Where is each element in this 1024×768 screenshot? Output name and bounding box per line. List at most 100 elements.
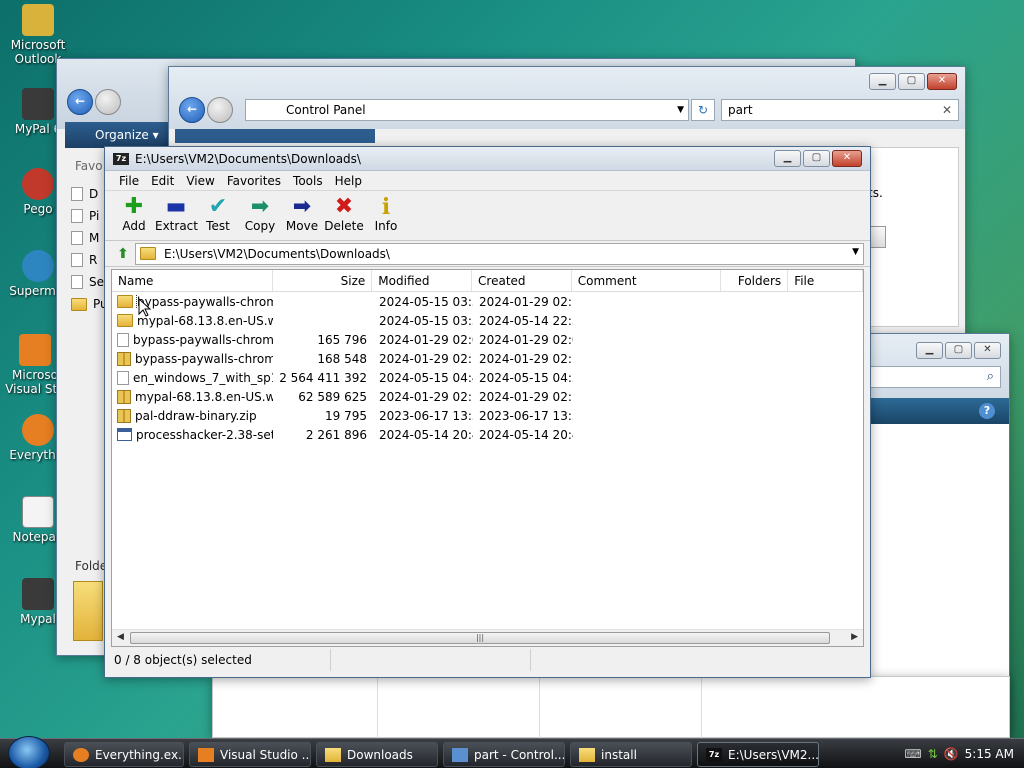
file-modified: 2024-05-15 04:44 bbox=[379, 370, 473, 385]
visual-studio-icon bbox=[198, 747, 214, 762]
menu-favorites[interactable]: Favorites bbox=[221, 174, 287, 188]
search-input[interactable]: part ✕ bbox=[721, 99, 959, 121]
maximize-button[interactable]: ▢ bbox=[803, 150, 830, 167]
minimize-button[interactable]: ▁ bbox=[869, 73, 896, 90]
menu-file[interactable]: File bbox=[113, 174, 145, 188]
organize-button[interactable]: Organize ▾ bbox=[65, 122, 175, 148]
table-row[interactable]: processhacker-2.38-set... 2 261 896 2024… bbox=[112, 425, 863, 444]
table-row[interactable]: bypass-paywalls-chrom... 2024-05-15 03:5… bbox=[112, 292, 863, 311]
start-button[interactable] bbox=[8, 736, 50, 768]
move-icon: ➡ bbox=[292, 194, 312, 219]
extract-label: Extract bbox=[155, 219, 198, 233]
column-header-file[interactable]: File bbox=[788, 270, 863, 291]
table-row[interactable]: pal-ddraw-binary.zip 19 795 2023-06-17 1… bbox=[112, 406, 863, 425]
7zip-icon: 7z bbox=[706, 747, 722, 762]
taskbar-button-control-panel[interactable]: part - Control... bbox=[443, 742, 565, 767]
delete-label: Delete bbox=[324, 219, 364, 233]
folder-icon bbox=[73, 581, 103, 641]
table-row[interactable]: bypass-paywalls-chrom... 165 796 2024-01… bbox=[112, 330, 863, 349]
network-icon[interactable]: ⇅ bbox=[928, 747, 938, 761]
help-icon[interactable]: ? bbox=[979, 403, 995, 419]
taskbar-button-downloads[interactable]: Downloads bbox=[316, 742, 438, 767]
table-row[interactable]: bypass-paywalls-chrom... 168 548 2024-01… bbox=[112, 349, 863, 368]
back-arrow-icon[interactable]: ← bbox=[67, 89, 93, 115]
close-button[interactable]: ✕ bbox=[927, 73, 957, 90]
menu-help[interactable]: Help bbox=[329, 174, 368, 188]
taskbar-button-visual-studio[interactable]: Visual Studio ... bbox=[189, 742, 311, 767]
7zip-titlebar[interactable]: 7z E:\Users\VM2\Documents\Downloads\ ▁ ▢… bbox=[105, 147, 870, 171]
refresh-icon[interactable]: ↻ bbox=[691, 99, 715, 121]
table-row[interactable]: mypal-68.13.8.en-US.wi... 2024-05-15 03:… bbox=[112, 311, 863, 330]
file-created: 2024-01-29 02:08 bbox=[479, 332, 573, 347]
delete-icon: ✖ bbox=[334, 194, 354, 219]
clock[interactable]: 5:15 AM bbox=[965, 747, 1014, 761]
maximize-button[interactable]: ▢ bbox=[945, 342, 972, 359]
add-icon: ✚ bbox=[124, 194, 144, 219]
clear-search-icon[interactable]: ✕ bbox=[942, 100, 952, 120]
scroll-right-icon[interactable]: ▶ bbox=[851, 632, 858, 642]
file-modified: 2024-01-29 02:11 bbox=[379, 351, 473, 366]
table-row[interactable]: mypal-68.13.8.en-US.wi... 62 589 625 202… bbox=[112, 387, 863, 406]
menu-edit[interactable]: Edit bbox=[145, 174, 180, 188]
volume-muted-icon[interactable]: 🔇 bbox=[944, 747, 959, 761]
forward-arrow-icon[interactable] bbox=[95, 89, 121, 115]
menu-tools[interactable]: Tools bbox=[287, 174, 329, 188]
folder-icon bbox=[325, 747, 341, 762]
file-name: pal-ddraw-binary.zip bbox=[135, 408, 257, 423]
column-header-folders[interactable]: Folders bbox=[721, 270, 789, 291]
horizontal-scrollbar[interactable]: ◀ ||| ▶ bbox=[112, 629, 863, 646]
file-size: 62 589 625 bbox=[298, 389, 367, 404]
table-row[interactable]: en_windows_7_with_sp1... 2 564 411 392 2… bbox=[112, 368, 863, 387]
info-button[interactable]: i Info bbox=[365, 191, 407, 240]
scroll-left-icon[interactable]: ◀ bbox=[117, 632, 124, 642]
column-header-size[interactable]: Size bbox=[273, 270, 373, 291]
add-button[interactable]: ✚ Add bbox=[113, 191, 155, 240]
address-bar: ⬆ E:\Users\VM2\Documents\Downloads\ ▼ bbox=[105, 241, 870, 267]
taskbar-button-7zip[interactable]: 7z E:\Users\VM2... bbox=[697, 742, 819, 767]
close-button[interactable]: ✕ bbox=[974, 342, 1001, 359]
status-cell bbox=[531, 649, 861, 671]
minimize-button[interactable]: ▁ bbox=[916, 342, 943, 359]
extract-button[interactable]: ▬ Extract bbox=[155, 191, 198, 240]
column-header-modified[interactable]: Modified bbox=[372, 270, 473, 291]
control-panel-address-bar[interactable]: Control Panel ▼ bbox=[245, 99, 689, 121]
test-button[interactable]: ✔ Test bbox=[197, 191, 239, 240]
dropdown-arrow-icon[interactable]: ▼ bbox=[852, 247, 859, 257]
outlook-icon bbox=[22, 4, 54, 36]
taskbar-button-install[interactable]: install bbox=[570, 742, 692, 767]
file-size: 19 795 bbox=[325, 408, 367, 423]
taskbar-button-everything[interactable]: Everything.ex... bbox=[64, 742, 184, 767]
address-input[interactable]: E:\Users\VM2\Documents\Downloads\ ▼ bbox=[135, 242, 864, 265]
dropdown-arrow-icon[interactable]: ▼ bbox=[677, 100, 684, 120]
search-icon[interactable]: ⌕ bbox=[987, 369, 994, 384]
move-button[interactable]: ➡ Move bbox=[281, 191, 323, 240]
control-panel-command-bar bbox=[175, 129, 375, 143]
file-list[interactable]: Name Size Modified Created Comment Folde… bbox=[111, 269, 864, 647]
scrollbar-thumb[interactable]: ||| bbox=[130, 632, 830, 644]
file-name: bypass-paywalls-chrom... bbox=[135, 351, 273, 366]
close-button[interactable]: ✕ bbox=[832, 150, 862, 167]
keyboard-icon[interactable]: ⌨ bbox=[904, 747, 921, 761]
back-arrow-icon[interactable]: ← bbox=[179, 97, 205, 123]
desktop-icon-outlook[interactable]: Microsoft Outlook bbox=[0, 4, 76, 66]
column-header-created[interactable]: Created bbox=[472, 270, 572, 291]
maximize-button[interactable]: ▢ bbox=[898, 73, 925, 90]
menu-bar: File Edit View Favorites Tools Help bbox=[105, 171, 870, 191]
everything-icon bbox=[73, 747, 89, 762]
column-header-comment[interactable]: Comment bbox=[572, 270, 722, 291]
file-name: mypal-68.13.8.en-US.wi... bbox=[135, 389, 273, 404]
window-title: E:\Users\VM2\Documents\Downloads\ bbox=[135, 152, 361, 166]
search-input[interactable]: ⌕ bbox=[869, 366, 1001, 388]
copy-button[interactable]: ➡ Copy bbox=[239, 191, 281, 240]
forward-arrow-icon[interactable] bbox=[207, 97, 233, 123]
minimize-button[interactable]: ▁ bbox=[774, 150, 801, 167]
folders-heading[interactable]: Folde bbox=[75, 559, 107, 573]
supermium-icon bbox=[22, 250, 54, 282]
file-modified: 2024-05-15 03:53 bbox=[379, 294, 473, 309]
delete-button[interactable]: ✖ Delete bbox=[323, 191, 365, 240]
menu-view[interactable]: View bbox=[180, 174, 220, 188]
zip-archive-icon bbox=[117, 389, 131, 404]
file-icon bbox=[117, 332, 129, 347]
column-header-name[interactable]: Name bbox=[112, 270, 273, 291]
up-folder-icon[interactable]: ⬆ bbox=[111, 243, 135, 265]
